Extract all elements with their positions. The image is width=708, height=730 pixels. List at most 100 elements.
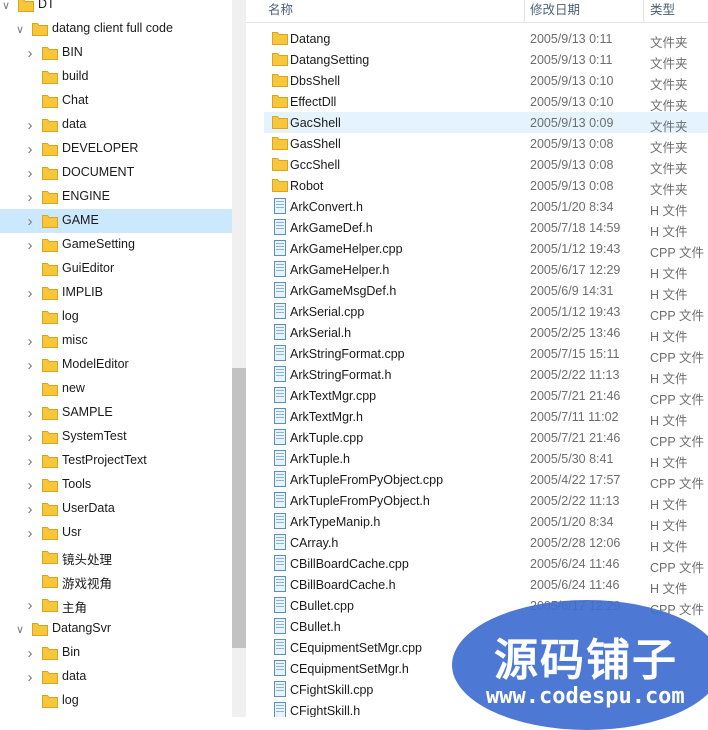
nav-tree-item-label: Usr (62, 525, 82, 539)
nav-tree-item[interactable]: › SystemTest (0, 425, 232, 449)
chevron-right-icon[interactable]: › (24, 357, 36, 374)
nav-tree-item[interactable]: › data (0, 665, 232, 689)
chevron-right-icon[interactable]: › (24, 501, 36, 518)
nav-tree-item[interactable]: › BIN (0, 41, 232, 65)
file-row[interactable]: ArkGameDef.h 2005/7/18 14:59 H 文件 (264, 217, 708, 239)
chevron-right-icon[interactable]: › (24, 405, 36, 422)
file-row[interactable]: ArkConvert.h 2005/1/20 8:34 H 文件 (264, 196, 708, 218)
column-type-header[interactable]: 类型 (650, 0, 675, 22)
chevron-down-icon[interactable]: ∨ (14, 623, 26, 636)
chevron-down-icon[interactable]: ∨ (14, 23, 26, 36)
file-icon (272, 261, 288, 277)
chevron-right-icon[interactable]: › (24, 237, 36, 254)
file-row[interactable]: ArkTextMgr.cpp 2005/7/21 21:46 CPP 文件 (264, 385, 708, 407)
chevron-right-icon[interactable]: › (24, 645, 36, 662)
folder-icon (272, 53, 288, 66)
file-row[interactable]: CBillBoardCache.cpp 2005/6/24 11:46 CPP 文件 (264, 553, 708, 575)
nav-tree-item[interactable]: › DEVELOPER (0, 137, 232, 161)
file-row[interactable]: GasShell 2005/9/13 0:08 文件夹 (264, 133, 708, 155)
file-name: CFightSkill.cpp (290, 683, 374, 697)
chevron-right-icon[interactable]: › (24, 669, 36, 686)
file-row[interactable]: ArkGameHelper.h 2005/6/17 12:29 H 文件 (264, 259, 708, 281)
file-name: DatangSetting (290, 53, 370, 67)
file-row[interactable]: ArkSerial.cpp 2005/1/12 19:43 CPP 文件 (264, 301, 708, 323)
file-row[interactable]: DatangSetting 2005/9/13 0:11 文件夹 (264, 49, 708, 71)
chevron-right-icon[interactable]: › (24, 165, 36, 182)
file-row[interactable]: GacShell 2005/9/13 0:09 文件夹 (264, 112, 708, 134)
column-divider[interactable] (643, 0, 644, 22)
nav-tree-item[interactable]: › Tools (0, 473, 232, 497)
file-row[interactable]: ArkTypeManip.h 2005/1/20 8:34 H 文件 (264, 511, 708, 533)
navigation-pane[interactable]: ∨ DT ∨ datang client full code › BIN build Chat… (0, 0, 232, 717)
column-name-header[interactable]: 名称 (268, 0, 293, 22)
nav-tree-item[interactable]: › misc (0, 329, 232, 353)
nav-tree-item[interactable]: 镜头处理 (0, 545, 232, 569)
chevron-right-icon[interactable]: › (24, 525, 36, 542)
nav-tree-item[interactable]: › SAMPLE (0, 401, 232, 425)
chevron-down-icon[interactable]: ∨ (0, 0, 12, 12)
file-icon (272, 219, 288, 235)
column-date-header[interactable]: 修改日期 (530, 0, 580, 22)
nav-tree-item[interactable]: › DOCUMENT (0, 161, 232, 185)
file-row[interactable]: Datang 2005/9/13 0:11 文件夹 (264, 28, 708, 50)
chevron-right-icon[interactable]: › (24, 429, 36, 446)
nav-tree-item[interactable]: › ENGINE (0, 185, 232, 209)
nav-tree-item[interactable]: build (0, 65, 232, 89)
watermark-title: 源码铺子 (494, 635, 678, 686)
nav-tree-item[interactable]: › Usr (0, 521, 232, 545)
nav-tree-item-label: Chat (62, 93, 89, 107)
file-name: CFightSkill.h (290, 704, 361, 717)
file-row[interactable]: EffectDll 2005/9/13 0:10 文件夹 (264, 91, 708, 113)
file-row[interactable]: ArkSerial.h 2005/2/25 13:46 H 文件 (264, 322, 708, 344)
file-row[interactable]: CBillBoardCache.h 2005/6/24 11:46 H 文件 (264, 574, 708, 596)
file-row[interactable]: ArkStringFormat.cpp 2005/7/15 15:11 CPP 文件 (264, 343, 708, 365)
nav-tree-item[interactable]: new (0, 377, 232, 401)
nav-tree-item[interactable]: › UserData (0, 497, 232, 521)
nav-tree-item[interactable]: › IMPLIB (0, 281, 232, 305)
file-row[interactable]: ArkTupleFromPyObject.h 2005/2/22 11:13 H 文… (264, 490, 708, 512)
chevron-right-icon[interactable]: › (24, 213, 36, 230)
file-row[interactable]: GccShell 2005/9/13 0:08 文件夹 (264, 154, 708, 176)
file-row[interactable]: ArkTextMgr.h 2005/7/11 11:02 H 文件 (264, 406, 708, 428)
file-row[interactable]: CArray.h 2005/2/28 12:06 H 文件 (264, 532, 708, 554)
file-row[interactable]: ArkGameHelper.cpp 2005/1/12 19:43 CPP 文件 (264, 238, 708, 260)
nav-tree-item[interactable]: ∨ DatangSvr (0, 617, 232, 641)
nav-tree-item[interactable]: › Bin (0, 641, 232, 665)
chevron-right-icon[interactable]: › (24, 117, 36, 134)
file-name: ArkGameDef.h (290, 221, 373, 235)
nav-tree-item[interactable]: 游戏视角 (0, 569, 232, 593)
nav-tree-item[interactable]: ∨ DT (0, 0, 232, 17)
nav-tree-item[interactable]: › TestProjectText (0, 449, 232, 473)
nav-tree-item-label: build (62, 69, 89, 83)
file-name: ArkTuple.h (290, 452, 350, 466)
file-row[interactable]: ArkStringFormat.h 2005/2/22 11:13 H 文件 (264, 364, 708, 386)
chevron-right-icon[interactable]: › (24, 141, 36, 158)
nav-tree-item[interactable]: log (0, 689, 232, 713)
file-row[interactable]: DbsShell 2005/9/13 0:10 文件夹 (264, 70, 708, 92)
chevron-right-icon[interactable]: › (24, 45, 36, 62)
chevron-right-icon[interactable]: › (24, 477, 36, 494)
chevron-right-icon[interactable]: › (24, 333, 36, 350)
chevron-right-icon[interactable]: › (24, 597, 36, 614)
nav-tree-item[interactable]: ∨ datang client full code (0, 17, 232, 41)
file-row[interactable]: ArkGameMsgDef.h 2005/6/9 14:31 H 文件 (264, 280, 708, 302)
nav-tree-item[interactable]: › ModelEditor (0, 353, 232, 377)
nav-tree-item[interactable]: log (0, 305, 232, 329)
folder-icon (42, 215, 58, 228)
nav-tree-item[interactable]: GuiEditor (0, 257, 232, 281)
nav-scrollbar-thumb[interactable] (232, 368, 246, 648)
file-row[interactable]: ArkTuple.h 2005/5/30 8:41 H 文件 (264, 448, 708, 470)
chevron-right-icon[interactable]: › (24, 189, 36, 206)
column-divider[interactable] (524, 0, 525, 22)
file-date-modified: 2005/7/21 21:46 (530, 389, 621, 403)
nav-tree-item[interactable]: › GAME (0, 209, 232, 233)
nav-tree-item[interactable]: Chat (0, 89, 232, 113)
nav-tree-item[interactable]: › 主角 (0, 593, 232, 617)
chevron-right-icon[interactable]: › (24, 453, 36, 470)
nav-tree-item[interactable]: › data (0, 113, 232, 137)
file-row[interactable]: Robot 2005/9/13 0:08 文件夹 (264, 175, 708, 197)
nav-tree-item[interactable]: › GameSetting (0, 233, 232, 257)
chevron-right-icon[interactable]: › (24, 285, 36, 302)
file-row[interactable]: ArkTuple.cpp 2005/7/21 21:46 CPP 文件 (264, 427, 708, 449)
file-row[interactable]: ArkTupleFromPyObject.cpp 2005/4/22 17:57 C… (264, 469, 708, 491)
